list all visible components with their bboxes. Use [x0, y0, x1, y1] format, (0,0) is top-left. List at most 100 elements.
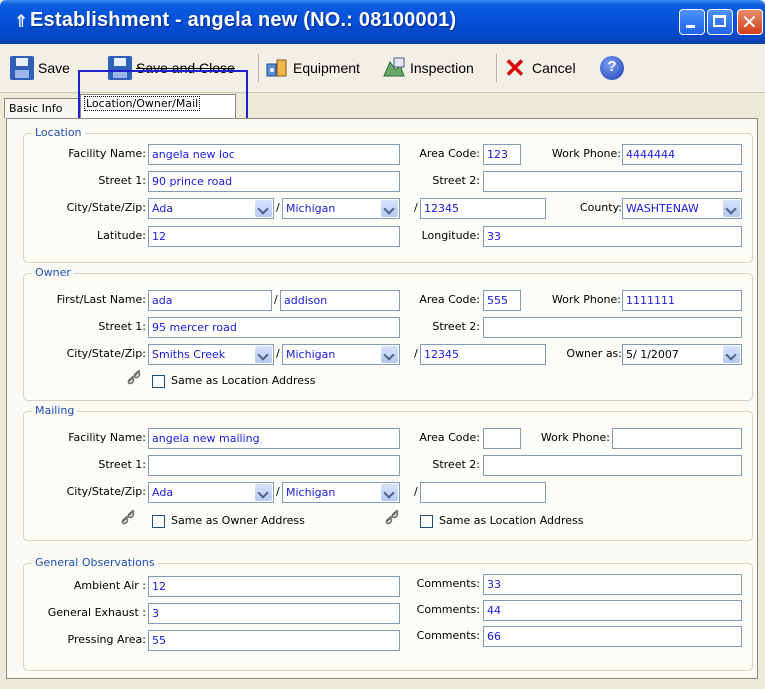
inspection-label: Inspection — [410, 60, 474, 76]
toolbar-separator — [258, 54, 259, 82]
location-state-select[interactable]: Michigan — [282, 198, 400, 219]
chevron-down-icon[interactable] — [255, 346, 272, 363]
maximize-icon — [713, 15, 726, 27]
owner-as-date-picker[interactable]: 5/ 1/2007 — [622, 344, 742, 365]
mailing-area-code-field[interactable] — [483, 428, 521, 449]
establishment-window: ⇑ Establishment - angela new (NO.: 08100… — [0, 0, 765, 689]
owner-city-select[interactable]: Smiths Creek — [148, 344, 274, 365]
owner-zip-field[interactable]: 12345 — [420, 344, 546, 365]
owner-first-name-field[interactable]: ada — [148, 290, 272, 311]
general-exhaust-field[interactable]: 3 — [148, 603, 400, 624]
location-state-value: Michigan — [286, 202, 336, 215]
mailing-same-as-owner-checkbox[interactable] — [152, 515, 165, 528]
slash-separator: / — [414, 347, 418, 360]
owner-area-code-label: Area Code: — [419, 293, 480, 306]
chain-link-icon[interactable] — [126, 370, 142, 386]
owner-work-phone-field[interactable]: 1111111 — [622, 290, 742, 311]
owner-as-label: Owner as: — [566, 347, 622, 360]
tab-basic-info[interactable]: Basic Info — [4, 98, 80, 118]
inspection-button[interactable]: Inspection — [382, 55, 474, 81]
close-button[interactable]: ✕ — [737, 9, 763, 35]
owner-street2-field[interactable] — [483, 317, 742, 338]
equipment-button[interactable]: Equipment — [265, 55, 360, 81]
comments-field-2[interactable]: 44 — [483, 600, 742, 621]
owner-area-code-field[interactable]: 555 — [483, 290, 521, 311]
chevron-down-icon[interactable] — [381, 346, 398, 363]
minimize-button[interactable] — [679, 9, 705, 35]
slash-separator: / — [274, 293, 278, 306]
location-latitude-label: Latitude: — [97, 229, 146, 242]
chevron-down-icon[interactable] — [723, 200, 740, 217]
mailing-zip-field[interactable] — [420, 482, 546, 503]
owner-group: Owner First/Last Name: ada / addison Are… — [23, 266, 753, 401]
maximize-button[interactable] — [707, 9, 733, 35]
ambient-air-field[interactable]: 12 — [148, 576, 400, 597]
location-area-code-field[interactable]: 123 — [483, 144, 521, 165]
location-facility-field[interactable]: angela new loc — [148, 144, 400, 165]
minimize-icon — [686, 25, 695, 28]
mailing-area-code-label: Area Code: — [419, 431, 480, 444]
location-street2-label: Street 2: — [432, 174, 480, 187]
owner-last-name-field[interactable]: addison — [280, 290, 400, 311]
save-button[interactable]: Save — [10, 55, 70, 81]
inspection-icon — [382, 56, 406, 80]
cancel-button[interactable]: ✕ Cancel — [504, 55, 576, 81]
slash-separator: / — [276, 201, 280, 214]
owner-same-as-location-label: Same as Location Address — [171, 374, 316, 387]
mailing-state-select[interactable]: Michigan — [282, 482, 400, 503]
location-area-code-label: Area Code: — [419, 147, 480, 160]
chevron-down-icon[interactable] — [381, 200, 398, 217]
tab-content-panel: Location Facility Name: angela new loc A… — [6, 118, 758, 679]
ambient-air-label: Ambient Air : — [73, 579, 146, 592]
owner-state-select[interactable]: Michigan — [282, 344, 400, 365]
app-icon: ⇑ — [14, 12, 29, 32]
mailing-facility-field[interactable]: angela new mailing — [148, 428, 400, 449]
mailing-city-select[interactable]: Ada — [148, 482, 274, 503]
location-legend: Location — [32, 126, 85, 139]
save-label: Save — [38, 60, 70, 76]
mailing-same-as-location-label: Same as Location Address — [439, 514, 584, 527]
mailing-street2-label: Street 2: — [432, 458, 480, 471]
location-zip-field[interactable]: 12345 — [420, 198, 546, 219]
chevron-down-icon[interactable] — [723, 346, 740, 363]
mailing-same-as-location-checkbox[interactable] — [420, 515, 433, 528]
help-button[interactable]: ? — [600, 55, 628, 81]
location-facility-label: Facility Name: — [68, 147, 146, 160]
owner-csz-label: City/State/Zip: — [66, 347, 146, 360]
owner-same-as-location-checkbox[interactable] — [152, 375, 165, 388]
location-longitude-field[interactable]: 33 — [483, 226, 742, 247]
chain-link-icon[interactable] — [384, 510, 400, 526]
owner-street2-label: Street 2: — [432, 320, 480, 333]
mailing-legend: Mailing — [32, 404, 78, 417]
slash-separator: / — [276, 347, 280, 360]
chevron-down-icon[interactable] — [381, 484, 398, 501]
mailing-work-phone-field[interactable] — [612, 428, 742, 449]
chevron-down-icon[interactable] — [255, 200, 272, 217]
location-city-select[interactable]: Ada — [148, 198, 274, 219]
observations-legend: General Observations — [32, 556, 158, 569]
general-exhaust-label: General Exhaust : — [47, 606, 146, 619]
mailing-street2-field[interactable] — [483, 455, 742, 476]
pressing-area-field[interactable]: 55 — [148, 630, 400, 651]
location-street1-field[interactable]: 90 prince road — [148, 171, 400, 192]
save-disk-icon — [10, 56, 34, 80]
comments-field-1[interactable]: 33 — [483, 574, 742, 595]
mailing-work-phone-label: Work Phone: — [540, 431, 610, 444]
title-bar[interactable]: ⇑ Establishment - angela new (NO.: 08100… — [0, 0, 765, 44]
location-work-phone-field[interactable]: 4444444 — [622, 144, 742, 165]
location-county-select[interactable]: WASHTENAW — [622, 198, 742, 219]
mailing-facility-label: Facility Name: — [68, 431, 146, 444]
mailing-street1-label: Street 1: — [98, 458, 146, 471]
owner-street1-field[interactable]: 95 mercer road — [148, 317, 400, 338]
location-city-value: Ada — [152, 202, 174, 215]
chain-link-icon[interactable] — [120, 510, 136, 526]
chevron-down-icon[interactable] — [255, 484, 272, 501]
location-latitude-field[interactable]: 12 — [148, 226, 400, 247]
location-street2-field[interactable] — [483, 171, 742, 192]
comments-field-3[interactable]: 66 — [483, 626, 742, 647]
location-street1-label: Street 1: — [98, 174, 146, 187]
mailing-street1-field[interactable] — [148, 455, 400, 476]
equipment-label: Equipment — [293, 60, 360, 76]
owner-legend: Owner — [32, 266, 74, 279]
owner-name-label: First/Last Name: — [56, 293, 146, 306]
